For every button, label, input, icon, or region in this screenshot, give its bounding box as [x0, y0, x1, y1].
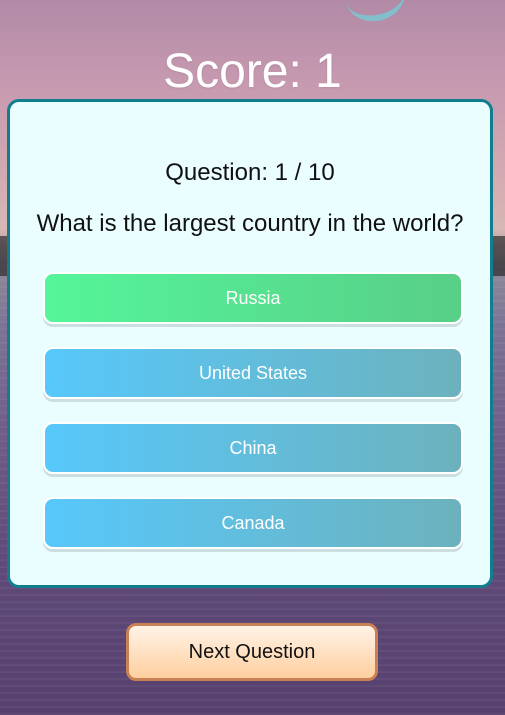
- question-counter: Question: 1 / 10: [165, 159, 335, 186]
- answer-button-canada[interactable]: Canada: [43, 497, 463, 549]
- answer-button-united-states[interactable]: United States: [43, 347, 463, 399]
- answer-list: Russia United States China Canada: [43, 272, 463, 572]
- answer-button-russia[interactable]: Russia: [43, 272, 463, 324]
- quiz-card: Question: 1 / 10 What is the largest cou…: [7, 99, 493, 588]
- score-display: Score: 1: [163, 45, 342, 98]
- background-swoosh: [340, 0, 410, 27]
- answer-button-china[interactable]: China: [43, 422, 463, 474]
- next-question-button[interactable]: Next Question: [126, 623, 378, 681]
- question-text: What is the largest country in the world…: [36, 210, 464, 237]
